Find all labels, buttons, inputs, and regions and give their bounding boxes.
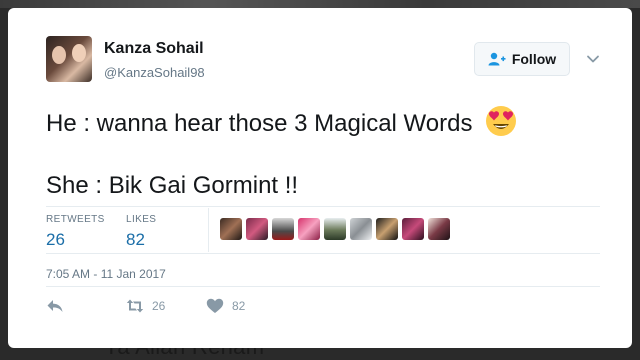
liker-avatar[interactable] [220,218,242,240]
tweet-text-line-2: She : Bik Gai Gormint !! [46,172,299,199]
retweet-action-count: 26 [152,299,166,313]
avatar[interactable] [46,36,92,82]
retweets-count: 26 [46,230,65,249]
liker-avatar[interactable] [246,218,268,240]
retweet-button[interactable]: 26 [126,298,165,314]
tweet-text-line-1: He : wanna hear those 3 Magical Words [46,105,517,138]
stats-separator [208,208,209,252]
liker-avatars [220,218,450,240]
author-display-name[interactable]: Kanza Sohail [104,40,204,58]
liker-avatar[interactable] [298,218,320,240]
author-handle[interactable]: @KanzaSohail98 [104,65,205,80]
tweet-card: Kanza Sohail @KanzaSohail98 Follow He : … [8,8,632,348]
divider [46,253,600,254]
follow-button-label: Follow [511,51,557,67]
liker-avatar[interactable] [376,218,398,240]
likes-count: 82 [126,230,145,249]
liker-avatar[interactable] [402,218,424,240]
chevron-down-icon[interactable] [586,52,600,66]
liker-avatar[interactable] [324,218,346,240]
tweet-text-line-1-text: He : wanna hear those 3 Magical Words [46,110,473,137]
like-button[interactable]: 82 [206,298,245,314]
retweets-stat[interactable]: RETWEETS 26 [46,214,105,250]
likes-label: LIKES [126,214,157,225]
liker-avatar[interactable] [272,218,294,240]
divider [46,206,600,207]
reply-button[interactable] [46,298,64,314]
heart-icon [206,298,224,313]
tweet-timestamp[interactable]: 7:05 AM - 11 Jan 2017 [46,267,166,281]
retweet-icon [126,299,144,313]
divider [46,286,600,287]
reply-icon [47,300,63,312]
retweets-label: RETWEETS [46,214,105,225]
heart-eyes-emoji-icon [486,106,517,136]
liker-avatar[interactable] [428,218,450,240]
liker-avatar[interactable] [350,218,372,240]
add-user-icon [488,52,506,66]
follow-button[interactable]: Follow [474,42,570,76]
like-action-count: 82 [232,299,246,313]
likes-stat[interactable]: LIKES 82 [126,214,156,250]
background-top-strip [0,0,640,8]
